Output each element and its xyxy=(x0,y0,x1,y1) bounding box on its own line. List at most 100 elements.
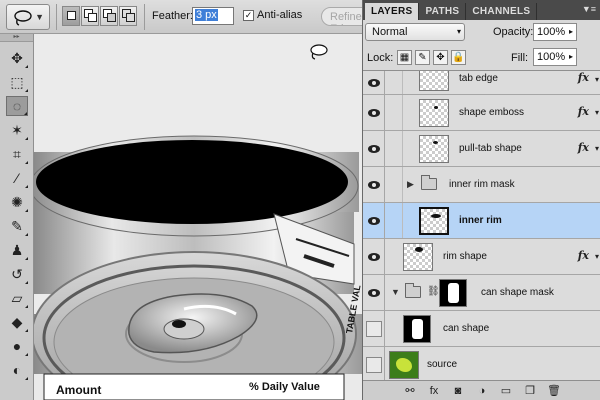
lock-row: Lock: ▦ ✎ ✥ 🔒 Fill: 100% ▸ xyxy=(365,48,598,68)
link-cell xyxy=(387,71,403,94)
layer-row-inner-rim-mask[interactable]: ▶ inner rim mask xyxy=(363,167,600,203)
visibility-toggle[interactable] xyxy=(363,203,385,238)
crop-tool-button[interactable]: ⌗ xyxy=(6,144,28,164)
lock-position-icon[interactable]: ✥ xyxy=(433,50,448,65)
layer-name[interactable]: source xyxy=(427,359,457,370)
healing-brush-tool-button[interactable]: ✺ xyxy=(6,192,28,212)
move-tool-button[interactable]: ✥ xyxy=(6,48,28,68)
add-to-selection-button[interactable] xyxy=(81,6,99,26)
eye-icon xyxy=(367,180,380,189)
chevron-down-icon[interactable]: ▾ xyxy=(595,75,599,84)
layer-row-shape-emboss[interactable]: shape emboss fx ▾ xyxy=(363,95,600,131)
clone-stamp-tool-button[interactable]: ♟ xyxy=(6,240,28,260)
magic-wand-tool-icon: ✶ xyxy=(11,121,23,138)
blur-tool-button[interactable]: ● xyxy=(6,336,28,356)
chevron-down-icon[interactable]: ▾ xyxy=(595,108,599,117)
lock-pixels-icon[interactable]: ✎ xyxy=(415,50,430,65)
tab-layers[interactable]: LAYERS xyxy=(365,3,420,20)
layer-row-can-shape[interactable]: can shape xyxy=(363,311,600,347)
paint-bucket-tool-button[interactable]: ◆ xyxy=(6,312,28,332)
opacity-value: 100% xyxy=(537,26,566,38)
new-group-icon[interactable]: ▭ xyxy=(499,384,513,397)
panel-grip[interactable]: ▸▸ xyxy=(0,34,33,42)
new-selection-button[interactable] xyxy=(62,6,80,26)
refine-edge-label: Refine Edge... xyxy=(330,11,365,25)
link-layers-icon[interactable]: ⚯ xyxy=(403,384,417,397)
feather-input[interactable]: 3 px xyxy=(192,7,234,25)
blur-tool-icon: ● xyxy=(12,338,22,354)
blend-mode-value: Normal xyxy=(372,26,408,38)
magic-wand-tool-button[interactable]: ✶ xyxy=(6,120,28,140)
anti-alias-checkbox[interactable]: ✓ Anti-alias xyxy=(243,9,302,21)
blend-mode-select[interactable]: Normal ▾ xyxy=(365,23,465,41)
fill-value: 100% xyxy=(537,51,566,63)
fx-icon[interactable]: fx xyxy=(578,105,589,118)
tab-channels[interactable]: CHANNELS xyxy=(466,3,538,20)
layer-row-tab-edge[interactable]: tab edge fx ▾ xyxy=(363,71,600,95)
disclosure-triangle-icon[interactable]: ▶ xyxy=(407,179,414,190)
panel-tabs: LAYERS PATHS CHANNELS xyxy=(363,0,600,20)
layer-row-can-shape-mask[interactable]: ▼ ⛓ can shape mask xyxy=(363,275,600,311)
delete-layer-icon[interactable]: 🗑 xyxy=(547,384,561,397)
fx-icon[interactable]: fx xyxy=(578,71,589,84)
eyedropper-tool-button[interactable]: ⁄ xyxy=(6,168,28,188)
lasso-tool-button[interactable]: ◌ xyxy=(6,96,28,116)
layer-row-inner-rim[interactable]: inner rim xyxy=(363,203,600,239)
marquee-tool-button[interactable]: ⬚ xyxy=(6,72,28,92)
layer-mask-thumbnail[interactable] xyxy=(439,279,467,307)
layer-name[interactable]: tab edge xyxy=(459,73,498,84)
disclosure-triangle-open-icon[interactable]: ▼ xyxy=(391,287,400,297)
adjustment-layer-icon[interactable]: ◑ xyxy=(475,385,489,397)
layer-name[interactable]: can shape xyxy=(443,323,489,334)
eraser-tool-button[interactable]: ▱ xyxy=(6,288,28,308)
visibility-toggle[interactable] xyxy=(363,311,385,346)
flyout-indicator xyxy=(24,112,27,115)
tab-paths[interactable]: PATHS xyxy=(419,3,467,20)
dodge-tool-button[interactable]: ◐ xyxy=(6,360,28,380)
chevron-down-icon: ▸ xyxy=(568,27,573,36)
visibility-toggle[interactable] xyxy=(363,239,385,274)
chain-link-icon[interactable]: ⛓ xyxy=(427,286,440,297)
add-mask-icon[interactable]: ◙ xyxy=(451,385,465,397)
intersect-selection-button[interactable] xyxy=(119,6,137,26)
visibility-toggle[interactable] xyxy=(363,71,385,94)
panel-menu-icon[interactable]: ▼≡ xyxy=(582,4,596,14)
fx-icon[interactable]: fx xyxy=(578,141,589,154)
lock-transparency-icon[interactable]: ▦ xyxy=(397,50,412,65)
document-canvas[interactable]: Amount % Daily Value TABLE VAL xyxy=(34,34,362,400)
layer-name[interactable]: shape emboss xyxy=(459,107,524,118)
layer-name[interactable]: pull-tab shape xyxy=(459,143,522,154)
layer-thumbnail xyxy=(419,207,449,235)
fill-input[interactable]: 100% ▸ xyxy=(533,48,577,66)
opacity-input[interactable]: 100% ▸ xyxy=(533,23,577,41)
selection-mode-group xyxy=(62,6,137,28)
link-cell xyxy=(387,203,403,238)
visibility-toggle[interactable] xyxy=(363,95,385,130)
brush-tool-button[interactable]: ✎ xyxy=(6,216,28,236)
tool-preset-picker[interactable]: ▼ xyxy=(6,4,50,30)
layer-name[interactable]: inner rim mask xyxy=(449,179,515,190)
layer-name[interactable]: can shape mask xyxy=(481,287,554,298)
fx-icon[interactable]: fx xyxy=(578,249,589,262)
history-brush-tool-button[interactable]: ↺ xyxy=(6,264,28,284)
new-layer-icon[interactable]: ❐ xyxy=(523,384,537,397)
visibility-toggle[interactable] xyxy=(363,275,385,310)
lock-all-icon[interactable]: 🔒 xyxy=(451,50,466,65)
layer-name[interactable]: inner rim xyxy=(459,215,502,226)
visibility-toggle[interactable] xyxy=(363,167,385,202)
chevron-down-icon[interactable]: ▾ xyxy=(595,144,599,153)
layer-row-source[interactable]: source xyxy=(363,347,600,380)
layer-thumbnail xyxy=(419,135,449,163)
subtract-from-selection-button[interactable] xyxy=(100,6,118,26)
layer-name[interactable]: rim shape xyxy=(443,251,487,262)
visibility-toggle[interactable] xyxy=(363,131,385,166)
chevron-down-icon[interactable]: ▾ xyxy=(595,252,599,261)
visibility-toggle[interactable] xyxy=(363,347,385,380)
eye-icon xyxy=(367,216,380,225)
opacity-label: Opacity: xyxy=(493,26,534,38)
checkbox[interactable]: ✓ xyxy=(243,9,254,21)
dodge-tool-icon: ◐ xyxy=(12,362,22,378)
layer-row-pull-tab-shape[interactable]: pull-tab shape fx ▾ xyxy=(363,131,600,167)
layer-row-rim-shape[interactable]: rim shape fx ▾ xyxy=(363,239,600,275)
add-style-icon[interactable]: fx xyxy=(427,385,441,397)
